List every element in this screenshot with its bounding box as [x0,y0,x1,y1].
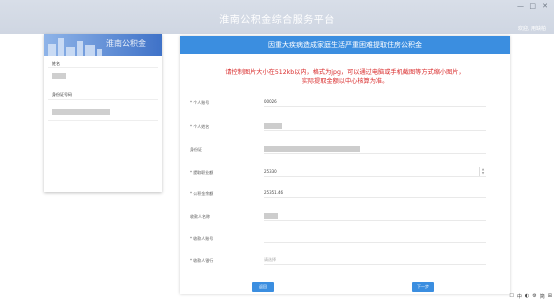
app-title: 淮南公积金综合服务平台 [219,15,335,26]
stepper-down-icon[interactable]: ▼ [480,171,486,175]
redacted-value [264,123,282,129]
minimize-icon[interactable]: — [517,2,524,10]
balance-label: * 公积金余额 [190,191,214,196]
simplified-icon[interactable]: 简 [540,293,545,300]
maximize-icon[interactable]: □ [529,2,536,10]
id-card-label: 身份证 [190,147,202,152]
app-header: — □ ✕ 淮南公积金综合服务平台 欢迎, 用缺柏 [0,0,554,34]
notice-line-2: 实际提取金额以中心核算为准。 [301,78,389,85]
close-icon[interactable]: ✕ [542,2,548,10]
account-number-label: * 个人账号 [190,100,210,105]
id-value-redacted [52,109,110,115]
payee-name-field[interactable] [264,212,486,221]
notice-line-1: 请控制图片大小在512kb以内，格式为jpg，可以通过电脑或手机截图等方式缩小图… [225,69,465,76]
payee-name-label: 收款人名称 [190,214,210,219]
name-value-redacted [52,73,66,79]
id-card-field[interactable] [264,145,486,154]
upload-notice: 请控制图片大小在512kb以内，格式为jpg，可以通过电脑或手机截图等方式缩小图… [180,68,510,86]
form-title: 因重大疾病造成家庭生活严重困难提取住房公积金 [180,36,510,54]
withdraw-amount-label: * 提取职业额 [190,170,214,175]
payee-bank-select[interactable]: 请选择 [264,256,486,265]
withdraw-amount-input[interactable]: 25330 ▲ ▼ [264,167,486,177]
payee-account-field[interactable] [264,234,486,243]
user-greeting[interactable]: 欢迎, 用缺柏 [518,25,546,32]
name-field[interactable] [264,122,486,131]
payee-account-label: * 收款人账号 [190,236,214,241]
next-button[interactable]: 下一步 [412,282,434,292]
sidebar-banner-text: 淮南公积金 [106,39,146,48]
system-tray: ☐ 中 ◐ ⚙ 简 ⊞ [509,292,552,300]
ime-chinese-icon[interactable]: 中 [517,293,522,300]
half-moon-icon[interactable]: ◐ [525,293,529,299]
divider [48,120,158,121]
grid-icon[interactable]: ⊞ [548,293,552,299]
sidebar-banner: 淮南公积金 [44,34,162,56]
id-label: 身份证号码 [52,92,72,97]
redacted-value [264,146,360,152]
window-icon[interactable]: ☐ [509,293,513,299]
redacted-value [264,213,278,219]
back-button[interactable]: 返回 [252,282,274,292]
account-number-field[interactable]: 00026 [264,98,486,107]
divider [48,67,158,68]
balance-field[interactable]: 25351.46 [264,189,486,198]
payee-bank-label: * 收款人银行 [190,258,214,263]
name-label: * 个人姓名 [190,124,210,129]
withdrawal-form-panel: 因重大疾病造成家庭生活严重困难提取住房公积金 请控制图片大小在512kb以内，格… [180,36,510,294]
withdraw-amount-value: 25330 [264,169,277,174]
user-info-sidebar: 淮南公积金 姓名 身份证号码 [44,34,162,192]
divider [48,99,158,100]
amount-stepper[interactable]: ▲ ▼ [479,167,486,176]
settings-icon[interactable]: ⚙ [532,293,536,299]
